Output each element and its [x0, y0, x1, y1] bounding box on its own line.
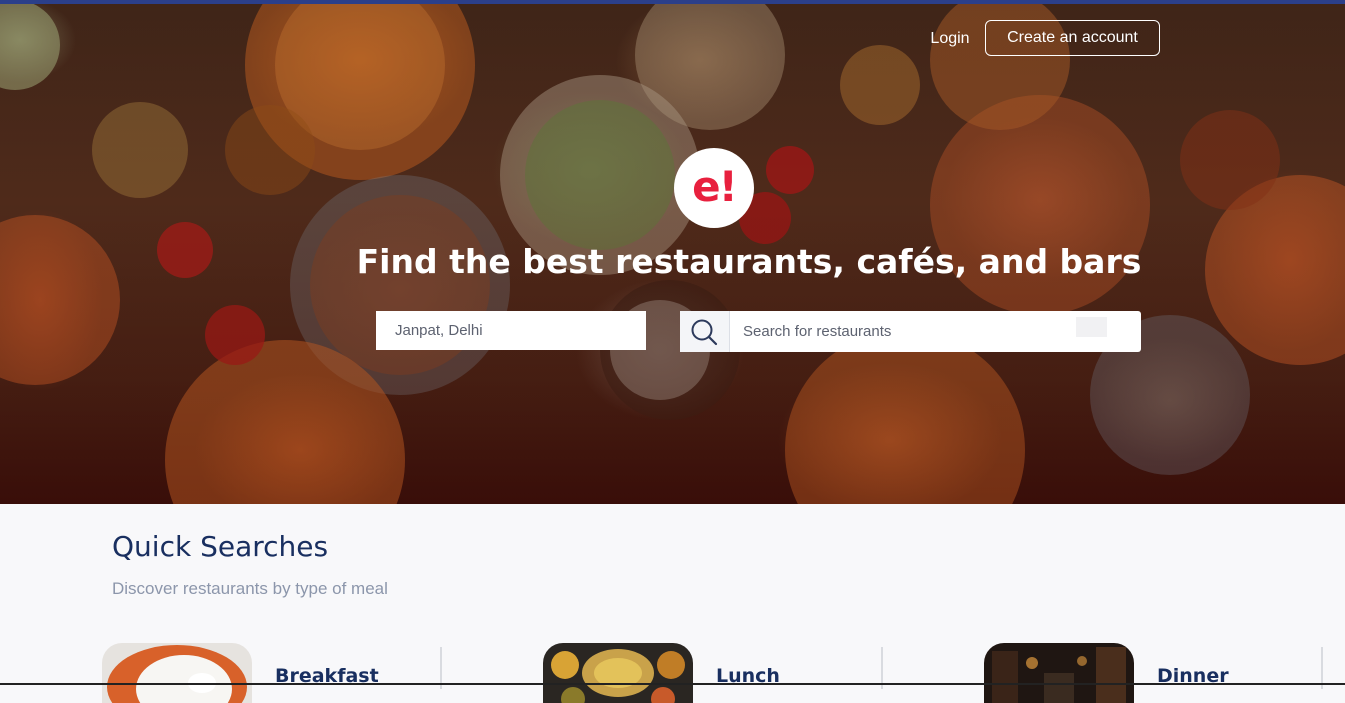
logo-text: e!	[692, 161, 738, 211]
search-icon	[691, 319, 718, 346]
meal-card-dinner[interactable]: Dinner	[984, 643, 1324, 703]
quick-searches-section: Quick Searches Discover restaurants by t…	[0, 504, 1345, 703]
lunch-image	[543, 643, 693, 703]
restaurant-search	[680, 311, 1141, 352]
hero-banner: Login Create an account e! Find the best…	[0, 0, 1345, 504]
breakfast-image	[102, 643, 252, 703]
hero-headline: Find the best restaurants, cafés, and ba…	[356, 242, 1142, 281]
search-icon-container[interactable]	[680, 311, 730, 352]
search-clear-area	[1076, 317, 1107, 337]
meal-card-lunch[interactable]: Lunch	[543, 643, 883, 703]
top-accent-bar	[0, 0, 1345, 4]
dinner-image	[984, 643, 1134, 703]
location-selector[interactable]: Janpat, Delhi	[376, 311, 646, 350]
search-input[interactable]	[731, 311, 1071, 352]
section-title: Quick Searches	[112, 530, 329, 563]
login-link[interactable]: Login	[922, 24, 978, 54]
meal-card-breakfast[interactable]: Breakfast	[102, 643, 442, 703]
section-subtitle: Discover restaurants by type of meal	[112, 579, 388, 598]
create-account-button[interactable]: Create an account	[985, 20, 1160, 56]
brand-logo: e!	[674, 148, 754, 228]
